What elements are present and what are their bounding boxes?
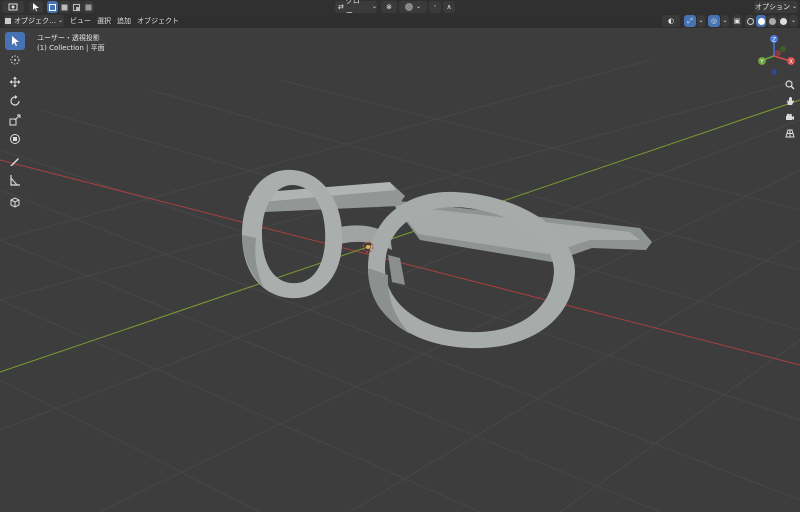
overlays-toggle[interactable]: ◎ [708,15,720,27]
menu-object[interactable]: オブジェクト [137,15,179,27]
rotate-icon [10,95,20,106]
select-invert-icon [85,4,92,10]
options-label: オプション [754,3,790,11]
xray-icon: ▣ [733,17,741,25]
gizmo-neg-z[interactable] [771,69,777,75]
falloff-curve-icon: ∧ [446,3,452,11]
tool-transform[interactable] [5,130,25,148]
proportional-edit-icon: ◦ [433,3,437,10]
chevron-down-icon: ⌄ [371,3,377,10]
menu-select[interactable]: 選択 [97,15,111,27]
zoom-button[interactable] [783,78,797,92]
select-tool-toggle[interactable] [29,1,43,13]
transform-orientation-dropdown[interactable]: ⇄ グロー… ⌄ [335,0,377,17]
gizmo-toggle[interactable]: ⤢ [684,15,696,27]
visibility-dropdown[interactable]: ◐ [662,15,680,27]
snap-dropdown[interactable]: ⌄ [399,1,427,13]
viewport-header: オブジェク… ⌄ ビュー 選択 追加 オブジェクト ◐ ⤢ ⌄ ◎ ⌄ ▣ ⌄ [0,14,800,28]
tool-move[interactable] [5,73,25,91]
orientation-icon: ⇄ [338,3,344,11]
gizmo-y-label: Y [759,59,764,66]
falloff-dropdown[interactable]: ∧ [443,1,455,13]
top-toolbar: ⇄ グロー… ⌄ ⊗ ⌄ ◦ ∧ オプション ⌄ [0,0,800,17]
chevron-down-icon: ⌄ [790,17,797,24]
shading-rendered-button[interactable] [778,15,788,27]
mode-label: オブジェク… [13,17,56,25]
tool-rotate[interactable] [5,92,25,110]
perspective-toggle-button[interactable] [783,126,797,140]
tool-scale[interactable] [5,111,25,129]
select-new-button[interactable] [47,1,58,13]
pivot-point-dropdown[interactable]: ⊗ [381,1,397,13]
shading-material-button[interactable] [767,15,777,27]
add-cube-icon [10,197,20,208]
material-sphere-icon [768,17,776,25]
chevron-down-icon: ⌄ [698,17,704,24]
select-subtract-button[interactable] [71,1,82,13]
tool-annotate[interactable] [5,152,25,170]
tool-measure[interactable] [5,171,25,189]
chevron-down-icon: ⌄ [57,17,64,24]
select-invert-button[interactable] [83,1,94,13]
menu-add[interactable]: 追加 [117,15,131,27]
proportional-edit-toggle[interactable]: ◦ [429,1,441,13]
pencil-icon [10,158,19,166]
navigation-gizmo[interactable]: Z X Y [750,32,798,80]
transform-icon [10,134,20,144]
tool-add-cube[interactable] [5,193,25,211]
camera-icon [786,113,794,120]
options-dropdown[interactable]: オプション ⌄ [754,1,798,13]
solid-sphere-icon [757,17,765,25]
rendered-sphere-icon [779,17,787,25]
scale-icon [9,114,21,126]
select-box-icon [49,3,56,11]
overlays-icon: ◎ [710,17,718,25]
editor-type-icon [8,3,18,11]
shading-dropdown[interactable]: ⌄ [789,15,798,27]
pan-button[interactable] [783,94,797,108]
view-name: ユーザー・透視投影 [37,34,100,42]
3d-viewport[interactable] [0,0,800,512]
visibility-icon: ◐ [667,17,675,25]
gizmo-dropdown[interactable]: ⌄ [697,15,705,27]
zoom-icon [785,80,795,90]
wireframe-sphere-icon [746,17,754,25]
tool-cursor[interactable] [5,51,25,69]
chevron-down-icon: ⌄ [722,17,728,24]
crosshair-cursor-icon [10,55,20,65]
chevron-down-icon: ⌄ [791,3,798,10]
hand-icon [787,97,794,105]
menu-view[interactable]: ビュー [70,15,91,27]
shading-wireframe-button[interactable] [745,15,755,27]
overlays-dropdown[interactable]: ⌄ [721,15,729,27]
cursor-arrow-icon [12,36,19,46]
select-extend-icon [61,4,68,10]
gizmo-neg-y[interactable] [780,46,786,52]
gizmo-z-label: Z [772,37,776,44]
cursor-arrow-icon [33,2,39,11]
object-mode-icon [4,18,11,24]
grid-perspective-icon [785,129,795,138]
select-subtract-icon [73,3,80,11]
collection-info: (1) Collection | 平面 [37,44,105,52]
editor-type-button[interactable] [2,1,24,13]
snap-icon [404,3,413,11]
tool-select[interactable] [5,32,25,50]
ruler-icon [10,175,20,186]
shading-solid-button[interactable] [756,15,766,27]
move-arrows-icon [9,76,21,88]
object-mode-dropdown[interactable]: オブジェク… ⌄ [4,15,64,27]
select-extend-button[interactable] [59,1,70,13]
gizmo-neg-x[interactable] [775,50,781,56]
chevron-down-icon: ⌄ [415,3,422,10]
pivot-icon: ⊗ [386,3,392,11]
gizmo-x-label: X [789,59,793,66]
xray-toggle[interactable]: ▣ [732,15,742,27]
gizmo-icon: ⤢ [687,17,693,25]
camera-view-button[interactable] [783,110,797,124]
